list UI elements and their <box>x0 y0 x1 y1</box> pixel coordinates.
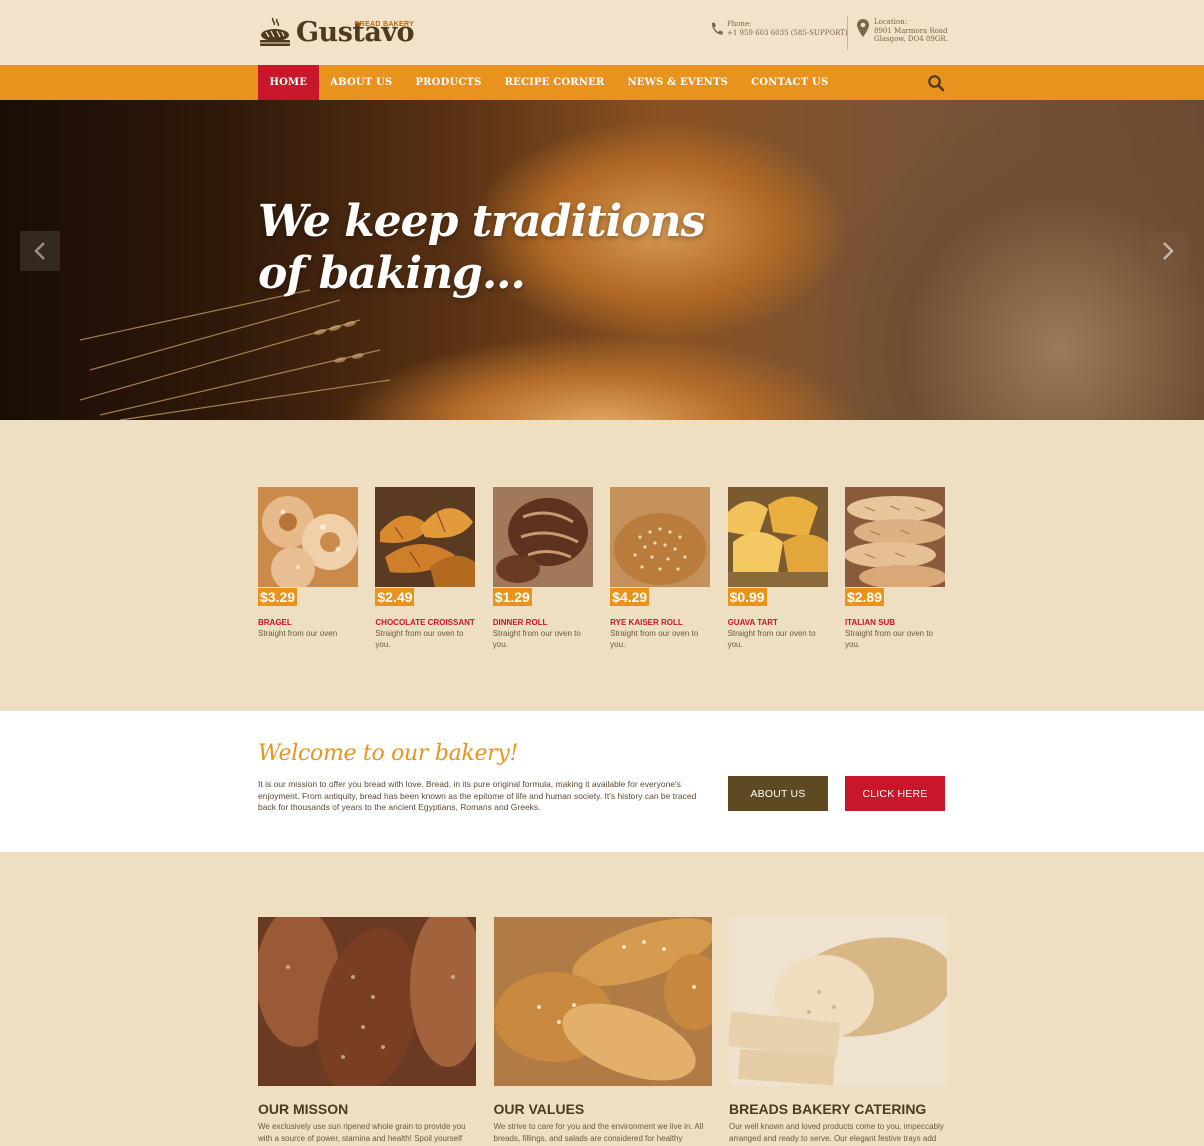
feature-list: OUR MISSON We exclusively use sun ripened… <box>258 917 948 1144</box>
product-price: $0.99 <box>727 588 767 606</box>
contact-divider <box>847 16 848 50</box>
brand-tagline: BREAD BAKERY <box>354 21 415 28</box>
product-name[interactable]: DINNER ROLL <box>493 618 593 627</box>
product-description: Straight from our oven to you. <box>375 629 464 649</box>
location-pin-icon <box>856 18 870 37</box>
product-description: Straight from our oven to you. <box>610 629 699 649</box>
feature-image[interactable] <box>258 917 476 1086</box>
feature-title[interactable]: OUR VALUES <box>494 1101 712 1117</box>
chevron-left-icon <box>34 242 45 260</box>
product-name[interactable]: ITALIAN SUB <box>845 618 945 627</box>
welcome-text: It is our mission to offer you bread wit… <box>258 779 697 812</box>
product-image[interactable] <box>375 487 476 587</box>
nav-item-about-us[interactable]: ABOUT US <box>319 65 404 100</box>
hero-title: We keep traditions of baking... <box>258 196 705 300</box>
product-card[interactable]: $0.99 GUAVA TART Straight from our oven to… <box>727 487 828 650</box>
chevron-right-icon <box>1163 242 1174 260</box>
product-description: Straight from our oven to you. <box>844 629 933 649</box>
feature-card: OUR VALUES We strive to care for you and … <box>493 917 712 1144</box>
product-image[interactable] <box>844 487 945 587</box>
nav-item-news-events[interactable]: NEWS & EVENTS <box>616 65 740 100</box>
product-description: Straight from our oven to you. <box>727 629 816 649</box>
feature-description: Our well known and loved products come t… <box>729 1122 944 1143</box>
phone-icon <box>709 20 723 38</box>
brand-name: Gustavo BREAD BAKERY <box>296 18 415 48</box>
slider-prev-button[interactable] <box>20 231 60 271</box>
feature-card: OUR MISSON We exclusively use sun ripened… <box>258 917 476 1144</box>
phone-contact: Phone: +1 959 603 6035 (585-SUPPORT) <box>709 20 848 38</box>
phone-label: Phone: <box>727 20 752 28</box>
location-label: Location: <box>874 18 908 26</box>
product-description: Straight from our oven to you. <box>492 629 581 649</box>
feature-description: We strive to care for you and the enviro… <box>493 1122 704 1143</box>
feature-description: We exclusively use sun ripened whole gra… <box>258 1122 466 1143</box>
welcome-title: Welcome to our bakery! <box>258 741 519 766</box>
product-price: $4.29 <box>610 588 650 606</box>
product-price: $2.89 <box>844 588 884 606</box>
feature-image[interactable] <box>729 917 947 1086</box>
product-price: $1.29 <box>492 588 532 606</box>
nav-items: HOME ABOUT US PRODUCTS RECIPE CORNER NEWS & … <box>258 65 840 100</box>
product-image[interactable] <box>610 487 711 587</box>
product-image[interactable] <box>727 487 828 587</box>
product-list: $3.29 BRAGEL Straight from our oven $2.49 CH… <box>258 487 948 650</box>
nav-item-recipe-corner[interactable]: RECIPE CORNER <box>493 65 616 100</box>
feature-image[interactable] <box>493 917 712 1086</box>
hero-title-line1: We keep traditions <box>258 196 705 247</box>
product-price: $3.29 <box>258 588 298 606</box>
feature-title[interactable]: BREADS BAKERY CATERING <box>729 1101 947 1117</box>
product-card[interactable]: $1.29 DINNER ROLL Straight from our oven t… <box>492 487 593 650</box>
feature-title[interactable]: OUR MISSON <box>258 1101 476 1117</box>
feature-card: BREADS BAKERY CATERING Our well known and… <box>729 917 947 1144</box>
site-header: Gustavo BREAD BAKERY Phone: +1 959 603 6… <box>0 0 1204 65</box>
product-card[interactable]: $4.29 RYE KAISER ROLL Straight from our ov… <box>610 487 711 650</box>
welcome-section: Welcome to our bakery! It is our mission… <box>0 711 1204 852</box>
product-image[interactable] <box>492 487 593 587</box>
brand-logo[interactable]: Gustavo BREAD BAKERY <box>258 12 415 48</box>
phone-value: +1 959 603 6035 (585-SUPPORT) <box>727 28 848 37</box>
nav-item-home[interactable]: HOME <box>258 65 319 100</box>
product-description: Straight from our oven <box>258 629 338 638</box>
nav-item-products[interactable]: PRODUCTS <box>404 65 493 100</box>
slider-next-button[interactable] <box>1148 231 1188 271</box>
search-icon[interactable] <box>927 74 945 92</box>
product-name[interactable]: GUAVA TART <box>728 618 828 627</box>
about-us-button[interactable]: ABOUT US <box>728 776 828 811</box>
location-contact: Location: 8901 Marmora Road Glasgow, DO4… <box>856 18 948 44</box>
product-card[interactable]: $3.29 BRAGEL Straight from our oven <box>258 487 358 650</box>
product-price: $2.49 <box>375 588 415 606</box>
product-card[interactable]: $2.49 CHOCOLATE CROISSANT Straight from ou… <box>375 487 476 650</box>
product-name[interactable]: CHOCOLATE CROISSANT <box>375 618 475 627</box>
hero-slider: We keep traditions of baking... <box>0 100 1204 420</box>
click-here-button[interactable]: CLICK HERE <box>845 776 945 811</box>
product-name[interactable]: BRAGEL <box>258 618 358 627</box>
product-card[interactable]: $2.89 ITALIAN SUB Straight from our oven t… <box>844 487 945 650</box>
wheat-decoration <box>80 289 391 420</box>
location-line2: Glasgow, DO4 89GR. <box>874 35 948 43</box>
product-image[interactable] <box>258 487 358 587</box>
main-nav: HOME ABOUT US PRODUCTS RECIPE CORNER NEWS & … <box>0 65 1204 100</box>
bread-logo-icon <box>258 16 292 48</box>
product-name[interactable]: RYE KAISER ROLL <box>610 618 710 627</box>
nav-item-contact-us[interactable]: CONTACT US <box>740 65 840 100</box>
location-line1: 8901 Marmora Road <box>874 26 948 35</box>
hero-title-line2: of baking... <box>258 248 526 299</box>
